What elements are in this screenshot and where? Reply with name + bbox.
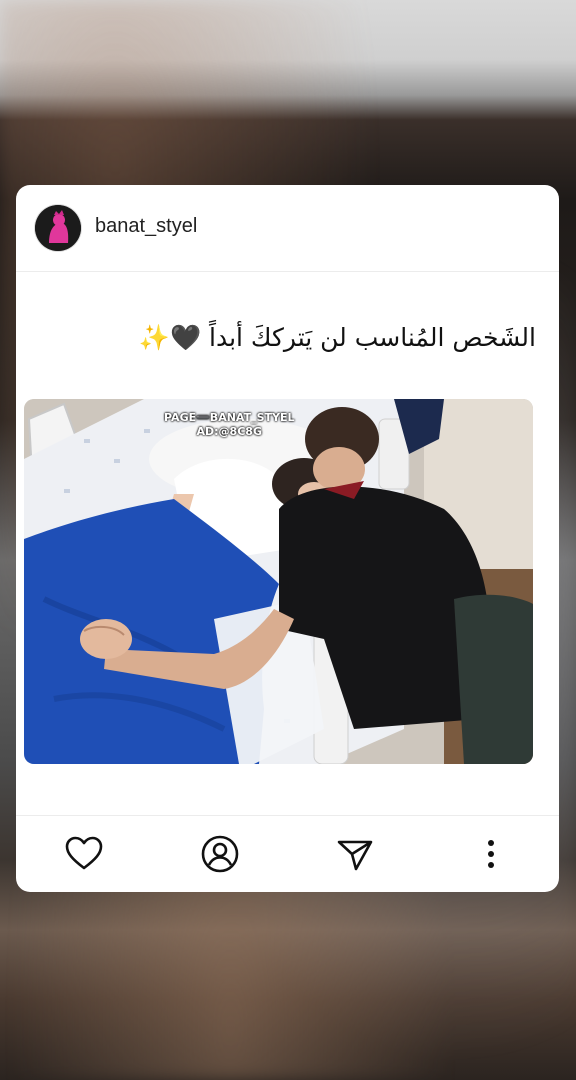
post-header: banat_styel	[16, 185, 559, 272]
watermark-line-1: PAGE➖BANAT_STYEL	[164, 411, 295, 424]
more-options-button[interactable]	[471, 834, 511, 874]
share-button[interactable]	[335, 834, 375, 874]
profile-button[interactable]	[200, 834, 240, 874]
post-photo[interactable]: PAGE➖BANAT_STYEL AD:@8C8G	[24, 399, 533, 764]
post-caption: الشَخص المُناسب لن يَترككَ أبداً 🖤✨	[138, 323, 536, 352]
hospital-scene-illustration	[24, 399, 533, 764]
watermark-line-2: AD:@8C8G	[196, 425, 262, 438]
more-vertical-icon	[488, 840, 494, 868]
avatar-image	[35, 205, 81, 251]
like-button[interactable]	[64, 834, 104, 874]
avatar[interactable]	[35, 205, 81, 251]
send-icon	[337, 840, 373, 871]
photo-watermark: PAGE➖BANAT_STYEL AD:@8C8G	[164, 411, 295, 439]
post-card: banat_styel الشَخص المُناسب لن يَترككَ أ…	[16, 185, 559, 892]
post-actions-bar	[16, 815, 559, 892]
profile-icon	[201, 835, 239, 873]
heart-icon	[65, 836, 103, 870]
username[interactable]: banat_styel	[95, 215, 197, 238]
